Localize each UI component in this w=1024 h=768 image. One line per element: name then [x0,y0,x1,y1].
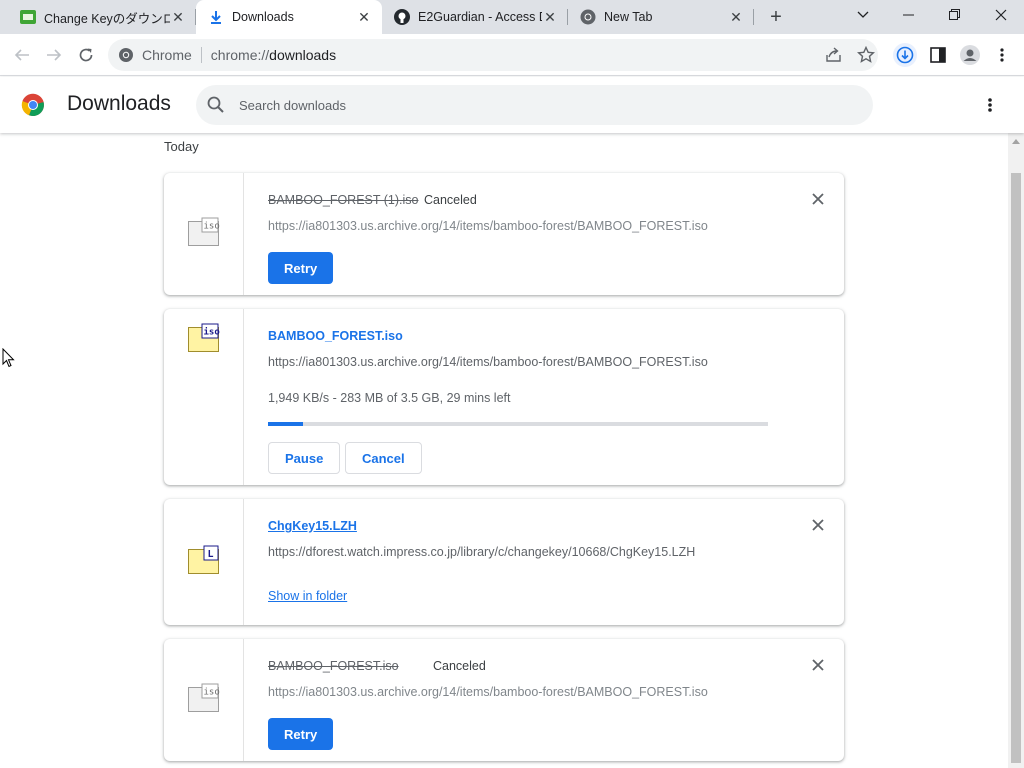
remove-from-list-icon[interactable] [810,517,826,533]
file-icon-column: L [164,499,244,625]
changekey-favicon-icon [20,9,36,25]
download-item: iso BAMBOO_FOREST (1).iso Canceled https… [164,173,844,295]
source-url: https://ia801303.us.archive.org/14/items… [268,219,708,233]
bookmark-star-icon[interactable] [854,43,878,67]
profile-avatar-icon[interactable] [958,43,982,67]
status-text: Canceled [433,659,486,673]
file-name: BAMBOO_FOREST.iso [268,659,399,673]
minimize-button[interactable] [886,0,932,30]
github-icon [394,9,410,25]
tab-title: Downloads [232,10,294,24]
download-icon [208,9,224,25]
browser-toolbar: Chrome chrome://downloads [0,34,1024,76]
new-tab-button[interactable]: + [764,6,788,28]
side-panel-icon[interactable] [926,43,950,67]
retry-button[interactable]: Retry [268,252,334,284]
file-name-link[interactable]: BAMBOO_FOREST.iso [268,329,403,343]
more-actions-icon[interactable] [978,93,1002,117]
chrome-icon [118,47,134,63]
status-text: Canceled [424,193,477,207]
svg-text:iso: iso [204,688,220,698]
remove-from-list-icon[interactable] [810,657,826,673]
downloads-list: Today iso BAMBOO_FOREST (1).iso Canceled… [0,133,1008,768]
source-url: https://dforest.watch.impress.co.jp/libr… [268,545,696,559]
download-item: iso BAMBOO_FOREST.iso Canceled https://i… [164,639,844,761]
tab-strip: Change Keyのダウンロード・ ✕ Downloads ✕ E2Guard… [0,0,1024,34]
show-in-folder-link[interactable]: Show in folder [268,589,347,603]
iso-file-icon: iso [188,323,220,353]
search-box[interactable] [196,85,873,125]
share-icon[interactable] [822,43,846,67]
reload-icon[interactable] [74,43,98,67]
lzh-file-icon: L [188,545,220,575]
source-url: https://ia801303.us.archive.org/14/items… [268,685,708,699]
browser-menu-icon[interactable] [990,43,1014,67]
close-icon[interactable]: ✕ [356,9,372,25]
progress-text: 1,949 KB/s - 283 MB of 3.5 GB, 29 mins l… [268,391,511,405]
search-input[interactable] [239,97,839,113]
tab-changekey[interactable]: Change Keyのダウンロード・ ✕ [0,0,196,34]
tab-title: E2Guardian - Access Denied [418,10,542,24]
scrollbar[interactable] [1008,133,1024,768]
cancel-button[interactable]: Cancel [345,442,422,474]
close-icon[interactable]: ✕ [728,9,744,25]
pause-button[interactable]: Pause [268,442,341,474]
download-item: iso BAMBOO_FOREST.iso https://ia801303.u… [164,309,844,485]
date-heading: Today [164,139,199,154]
chrome-logo-icon [21,93,45,117]
scrollbar-thumb[interactable] [1011,173,1021,763]
search-icon [206,95,226,115]
address-bar[interactable]: Chrome chrome://downloads [108,39,878,71]
site-chip-label: Chrome [142,47,192,63]
restore-button[interactable] [932,0,978,30]
progress-bar [268,422,768,426]
close-icon[interactable]: ✕ [542,9,558,25]
svg-text:L: L [208,549,214,560]
file-name-link[interactable]: ChgKey15.LZH [268,519,357,533]
divider [200,47,202,63]
forward-arrow-icon[interactable] [42,43,66,67]
url-text: chrome://downloads [210,47,337,63]
close-window-button[interactable] [978,0,1024,30]
iso-file-icon: iso [188,217,220,247]
download-item: L ChgKey15.LZH https://dforest.watch.imp… [164,499,844,625]
tab-downloads[interactable]: Downloads ✕ [196,0,382,34]
back-arrow-icon[interactable] [10,43,34,67]
file-icon-column: iso [164,309,244,485]
tab-title: New Tab [604,10,653,24]
close-icon[interactable]: ✕ [170,9,186,25]
svg-text:iso: iso [204,327,220,338]
file-name: BAMBOO_FOREST (1).iso [268,193,419,207]
file-icon-column: iso [164,639,244,761]
downloads-header: Downloads [0,77,1024,133]
file-icon-column: iso [164,173,244,295]
remove-from-list-icon[interactable] [810,191,826,207]
iso-file-icon: iso [188,683,220,713]
svg-text:iso: iso [204,222,220,232]
tab-new-tab[interactable]: New Tab ✕ [568,0,754,34]
downloads-toolbar-icon[interactable] [893,43,917,67]
progress-fill [268,422,303,426]
source-url: https://ia801303.us.archive.org/14/items… [268,355,708,369]
scroll-up-arrow-icon[interactable] [1012,139,1020,144]
page-title: Downloads [67,92,171,115]
tab-e2guardian[interactable]: E2Guardian - Access Denied ✕ [382,0,568,34]
tab-search-chevron-icon[interactable] [840,0,886,30]
retry-button[interactable]: Retry [268,718,334,750]
mouse-cursor-icon [2,347,16,368]
chrome-icon [580,9,596,25]
tab-title: Change Keyのダウンロード・ [44,11,170,26]
